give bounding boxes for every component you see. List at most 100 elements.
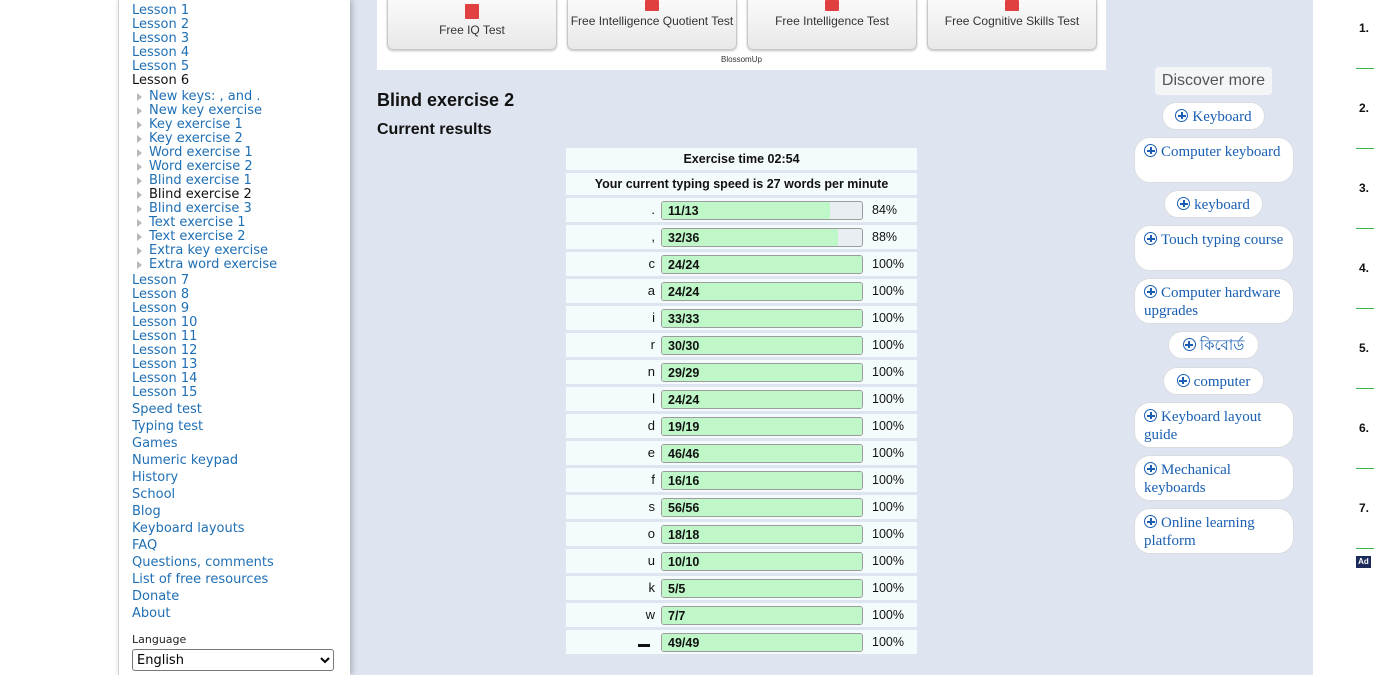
discover-item[interactable]: Keyboard: [1162, 102, 1265, 130]
sidebar-subitem[interactable]: New keys: , and .: [137, 90, 261, 104]
rank-number: 4.: [1359, 261, 1370, 275]
discover-item[interactable]: keyboard: [1164, 190, 1263, 218]
sidebar-link[interactable]: Speed test: [132, 403, 202, 417]
plus-circle-icon: [1182, 338, 1196, 351]
sidebar-link[interactable]: Donate: [132, 590, 179, 604]
sidebar-link[interactable]: Keyboard layouts: [132, 522, 245, 536]
sidebar-link[interactable]: Games: [132, 437, 177, 451]
plus-circle-icon: [1144, 285, 1157, 298]
accuracy-score: 24/24: [668, 258, 700, 272]
sidebar-link[interactable]: Questions, comments: [132, 556, 274, 570]
result-row: , 32/36 88%: [566, 225, 917, 249]
discover-item[interactable]: Touch typing course: [1134, 225, 1294, 271]
discover-item[interactable]: Mechanical keyboards: [1134, 455, 1294, 501]
sidebar-item-lesson[interactable]: Lesson 5: [132, 60, 189, 74]
discover-item-label: Touch typing course: [1161, 232, 1284, 248]
sidebar-item-lesson[interactable]: Lesson 10: [132, 316, 197, 330]
sidebar-link[interactable]: FAQ: [132, 539, 157, 553]
sidebar-item-lesson[interactable]: Lesson 1: [132, 4, 189, 18]
result-key: s: [648, 499, 656, 514]
discover-item-label: Computer keyboard: [1161, 144, 1281, 160]
result-row: n 29/29 100%: [566, 360, 917, 384]
sidebar-subitem[interactable]: Word exercise 2: [137, 160, 253, 174]
sidebar-item-lesson[interactable]: Lesson 9: [132, 302, 189, 316]
sidebar-link[interactable]: History: [132, 471, 178, 485]
accuracy-score: 5/5: [668, 582, 686, 596]
accuracy-score: 7/7: [668, 609, 686, 623]
sidebar-subitem[interactable]: Word exercise 1: [137, 146, 253, 160]
sidebar-subitem[interactable]: Key exercise 1: [137, 118, 243, 132]
sidebar-item-lesson[interactable]: Lesson 3: [132, 32, 189, 46]
sidebar-item-lesson[interactable]: Lesson 13: [132, 358, 197, 372]
sidebar-item-lesson[interactable]: Lesson 14: [132, 372, 197, 386]
language-label: Language: [132, 633, 187, 646]
document-icon: [825, 0, 839, 11]
discover-item[interactable]: কিবোর্ড: [1168, 331, 1259, 359]
sidebar-item-lesson[interactable]: Lesson 15: [132, 386, 197, 400]
accuracy-percent: 100%: [872, 284, 904, 298]
plus-circle-icon: [1144, 144, 1157, 157]
accuracy-percent: 100%: [872, 392, 904, 406]
accuracy-percent: 84%: [872, 203, 898, 217]
sidebar-subitem[interactable]: Text exercise 1: [136, 216, 245, 230]
discover-item[interactable]: Keyboard layout guide: [1134, 402, 1294, 448]
result-key: e: [647, 445, 655, 460]
ad-button-iq-test[interactable]: Free IQ Test: [387, 0, 557, 50]
ad-button-label: Free Intelligence Quotient Test: [570, 14, 734, 28]
result-key: .: [651, 202, 655, 217]
result-row: a 24/24 100%: [566, 279, 917, 303]
plus-circle-icon: [1176, 374, 1190, 387]
sidebar-item-lesson[interactable]: Lesson 8: [132, 288, 189, 302]
sidebar-subitem[interactable]: Extra key exercise: [137, 244, 268, 258]
language-select[interactable]: English: [132, 649, 334, 671]
discover-item[interactable]: Computer keyboard: [1134, 137, 1294, 183]
accuracy-bar: 19/19: [661, 417, 863, 436]
sidebar-link[interactable]: Typing test: [132, 420, 203, 434]
discover-item-label: Computer hardware upgrades: [1144, 285, 1281, 319]
accuracy-bar: 24/24: [661, 255, 863, 274]
sidebar-item-lesson[interactable]: Lesson 7: [132, 274, 189, 288]
plus-circle-icon: [1144, 232, 1157, 245]
result-row: u 10/10 100%: [566, 549, 917, 573]
accuracy-bar: 16/16: [661, 471, 863, 490]
sidebar-link[interactable]: Numeric keypad: [132, 454, 238, 468]
sidebar-subitem[interactable]: Extra word exercise: [136, 258, 277, 272]
sidebar-subitem[interactable]: New key exercise: [136, 104, 262, 118]
discover-item[interactable]: Computer hardware upgrades: [1134, 278, 1294, 324]
sidebar-subitem[interactable]: Text exercise 2: [136, 230, 245, 244]
rank-divider: [1356, 468, 1374, 469]
ad-button-intelligence-quotient[interactable]: Free Intelligence Quotient Test: [567, 0, 737, 50]
result-key: u: [647, 553, 655, 568]
ad-button-intelligence-test[interactable]: Free Intelligence Test: [747, 0, 917, 50]
discover-item[interactable]: computer: [1163, 367, 1264, 395]
sidebar-item-lesson[interactable]: Lesson 2: [132, 18, 189, 32]
accuracy-score: 49/49: [668, 636, 700, 650]
sidebar-subitem[interactable]: Blind exercise 3: [137, 202, 252, 216]
sidebar-link[interactable]: Blog: [132, 505, 161, 519]
sidebar: Language English Lesson 1 Lesson 2 Lesson …: [118, 0, 350, 675]
ad-button-label: Free IQ Test: [439, 23, 505, 37]
result-key: ,: [651, 229, 655, 244]
accuracy-percent: 100%: [872, 419, 904, 433]
result-key: l: [652, 391, 655, 406]
sidebar-item-lesson[interactable]: Lesson 4: [132, 46, 189, 60]
sidebar-subitem[interactable]: Blind exercise 1: [137, 174, 252, 188]
sidebar-link[interactable]: List of free resources: [132, 573, 268, 587]
discover-item-label: কিবোর্ড: [1199, 338, 1245, 354]
accuracy-bar: 30/30: [661, 336, 863, 355]
sidebar-item-lesson[interactable]: Lesson 11: [132, 330, 197, 344]
accuracy-bar: 29/29: [661, 363, 863, 382]
sidebar-subitem[interactable]: Key exercise 2: [137, 132, 243, 146]
accuracy-percent: 100%: [872, 446, 904, 460]
sidebar-link[interactable]: About: [132, 607, 170, 621]
accuracy-score: 33/33: [668, 312, 700, 326]
document-icon: [465, 4, 479, 19]
discover-item[interactable]: Online learning platform: [1134, 508, 1294, 554]
rank-number: 5.: [1359, 341, 1370, 355]
sidebar-item-lesson[interactable]: Lesson 12: [132, 344, 197, 358]
discover-item-label: Keyboard: [1192, 109, 1252, 125]
ad-button-cognitive-skills[interactable]: Free Cognitive Skills Test: [927, 0, 1097, 50]
plus-circle-icon: [1144, 409, 1157, 422]
sidebar-link[interactable]: School: [132, 488, 175, 502]
rank-divider: [1356, 388, 1374, 389]
